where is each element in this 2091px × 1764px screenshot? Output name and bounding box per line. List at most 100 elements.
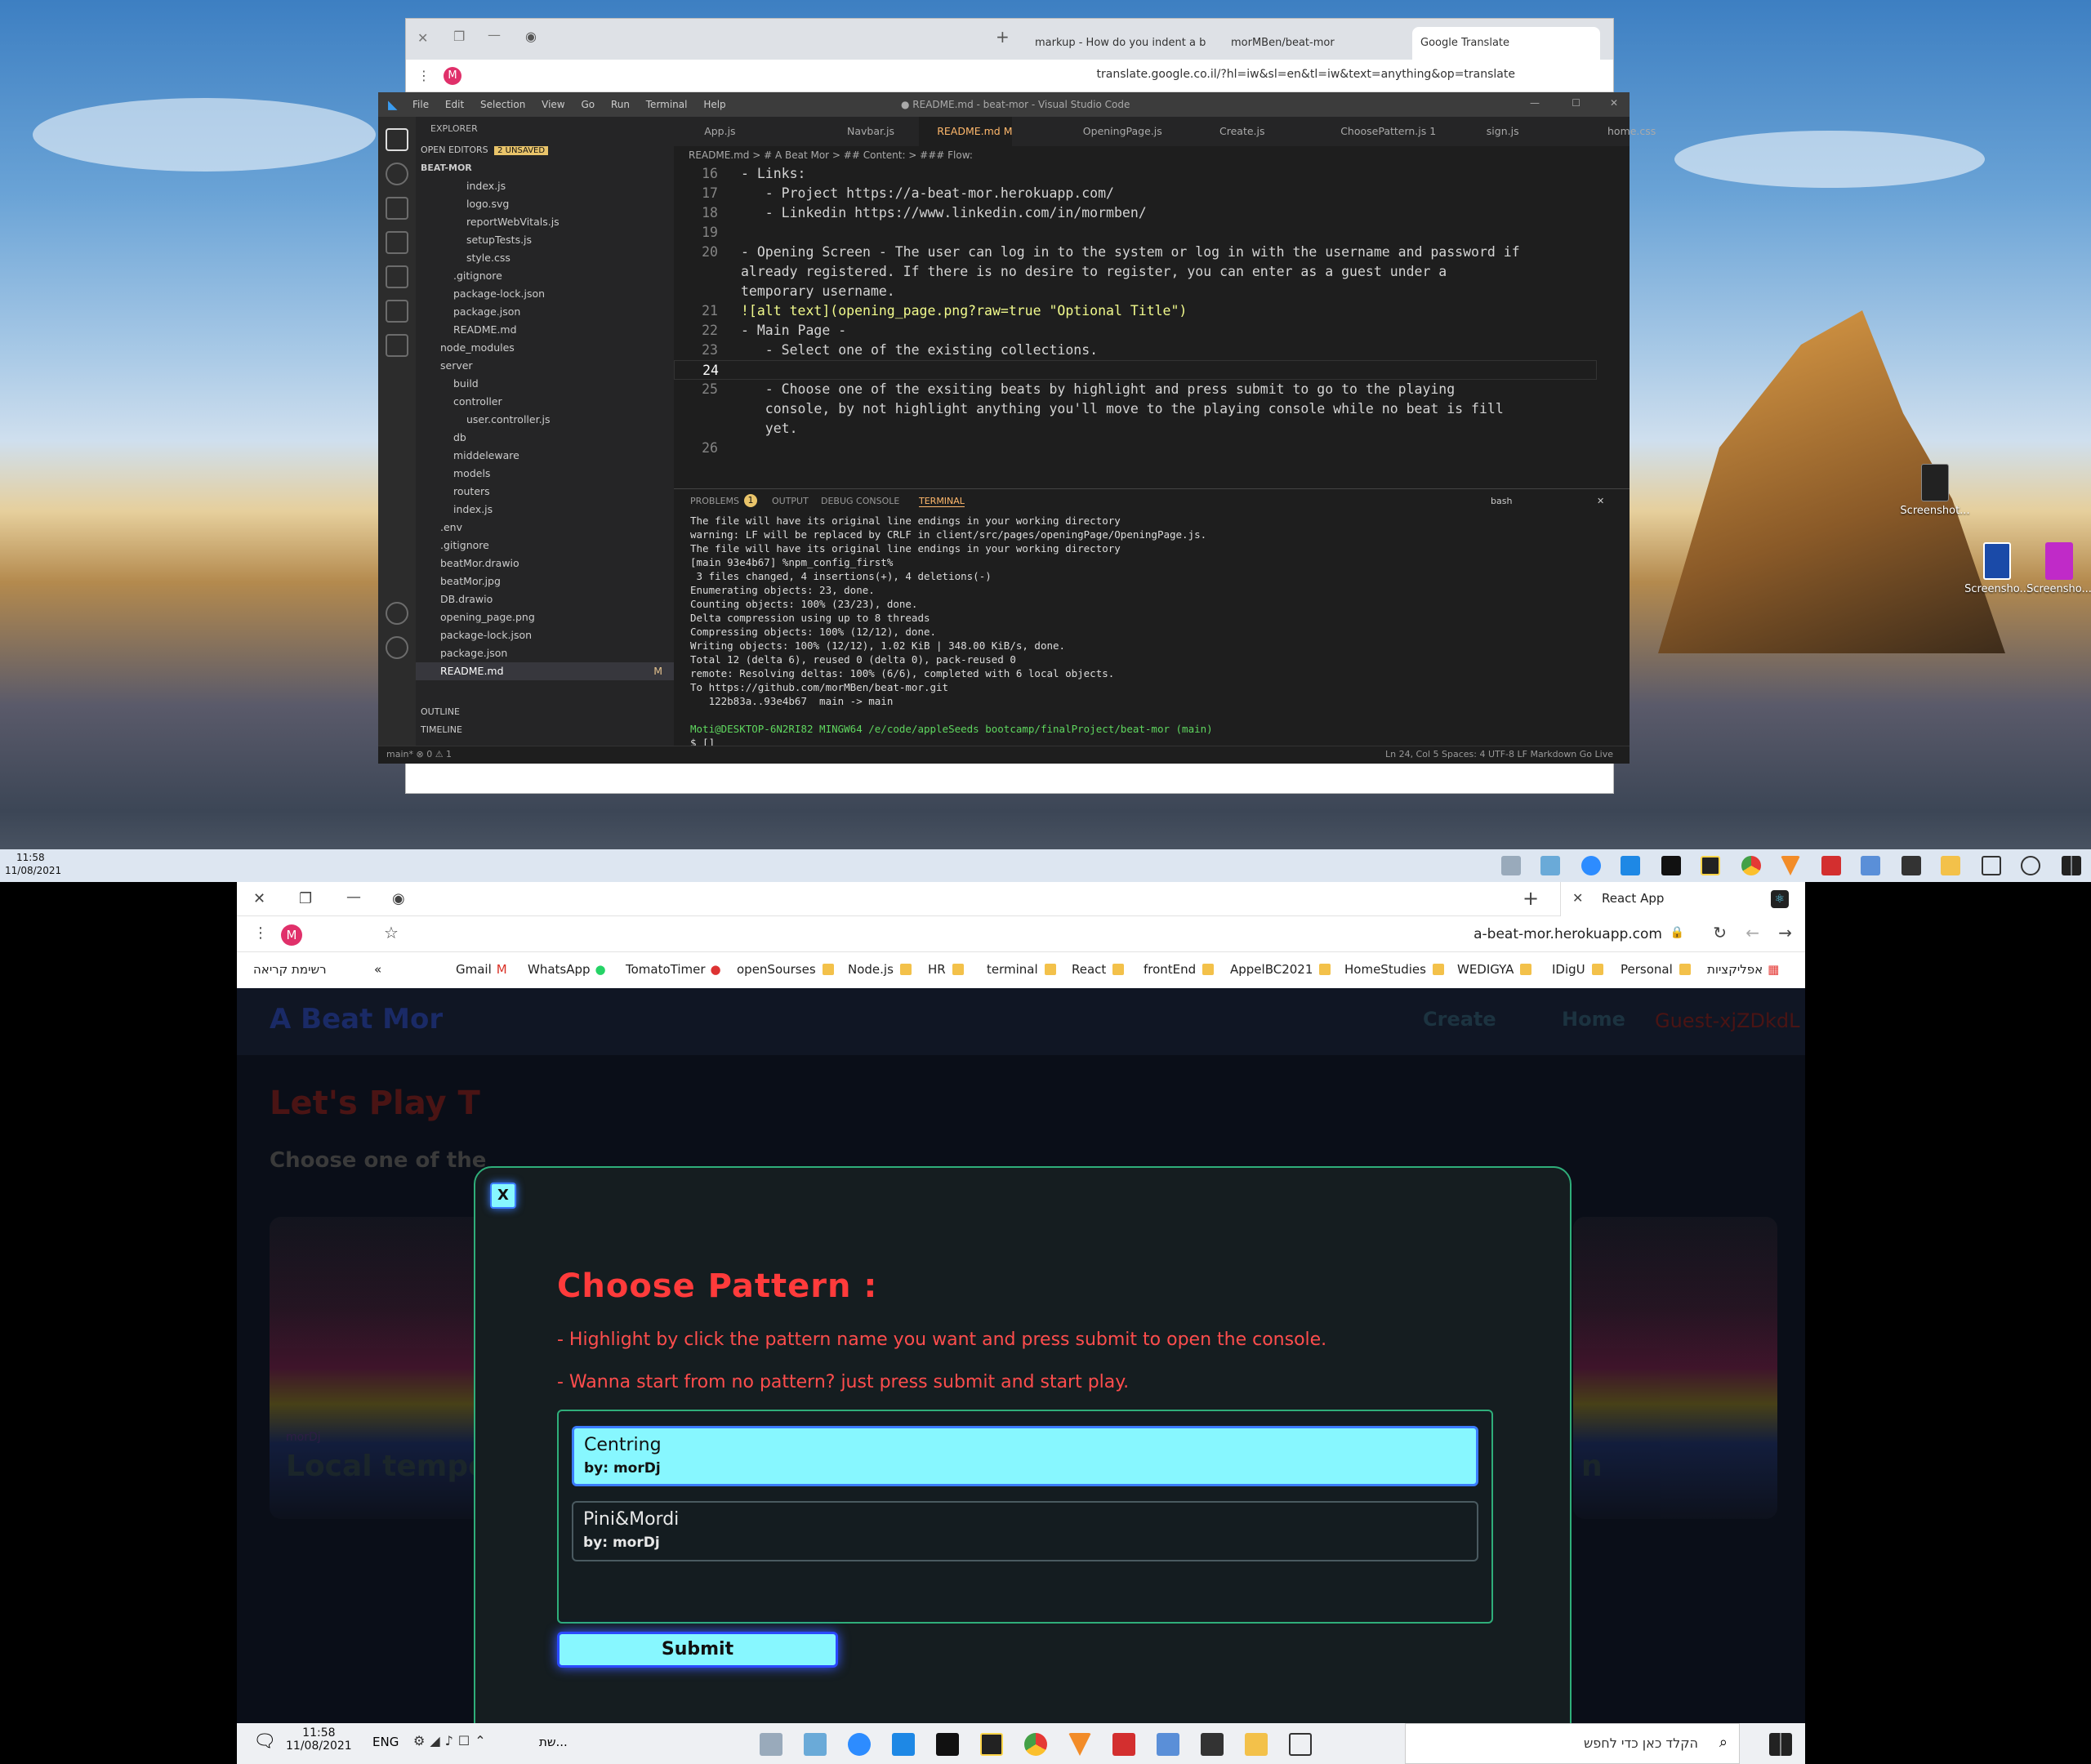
- back-arrow-icon[interactable]: ←: [1745, 923, 1759, 942]
- nav-create[interactable]: Create: [1423, 1008, 1496, 1031]
- status-left[interactable]: main* ⊗ 0 ⚠ 1: [386, 749, 452, 760]
- timeline-section[interactable]: TIMELINE: [421, 721, 462, 739]
- menu-file[interactable]: File: [412, 99, 429, 110]
- bookmark-apps[interactable]: אפליקציות ▦: [1707, 962, 1779, 977]
- close-icon[interactable]: ✕: [1610, 97, 1618, 109]
- outline-section[interactable]: OUTLINE: [421, 703, 460, 721]
- menu-dots-icon[interactable]: ⋮: [417, 68, 430, 83]
- taskbar-clock[interactable]: 11:58 11/08/2021: [5, 851, 61, 877]
- menu-go[interactable]: Go: [581, 99, 595, 110]
- weather-widget[interactable]: שת...: [539, 1735, 568, 1749]
- language-indicator[interactable]: ENG: [372, 1735, 399, 1749]
- pattern-item-pini-mordi[interactable]: Pini&Mordi by: morDj: [572, 1501, 1478, 1561]
- sticky-icon[interactable]: [1701, 856, 1720, 875]
- tab-problems[interactable]: PROBLEMS: [690, 496, 739, 506]
- code-line[interactable]: 16 - Links:: [674, 164, 1597, 184]
- source-control-icon[interactable]: [386, 197, 408, 220]
- bookmark-whatsapp[interactable]: WhatsApp ●: [528, 962, 606, 977]
- restore-icon[interactable]: ❐: [299, 890, 312, 907]
- reload-icon[interactable]: ↻: [1713, 923, 1727, 942]
- store-icon[interactable]: [1201, 1733, 1224, 1756]
- project-folder[interactable]: BEAT-MOR: [416, 159, 674, 177]
- store-icon[interactable]: [1902, 856, 1921, 875]
- code-line[interactable]: console, by not highlight anything you'l…: [674, 399, 1597, 419]
- editor-tab[interactable]: ChoosePattern.js 1: [1322, 117, 1436, 146]
- code-line[interactable]: 23 - Select one of the existing collecti…: [674, 341, 1597, 360]
- file-tree-item[interactable]: README.md M: [416, 662, 674, 680]
- close-panel-icon[interactable]: ✕: [1597, 496, 1604, 506]
- terminal-icon[interactable]: [936, 1733, 959, 1756]
- nav-home[interactable]: Home: [1562, 1008, 1625, 1031]
- collection-card[interactable]: n: [1573, 1217, 1777, 1519]
- bookmark-frontend[interactable]: frontEnd: [1144, 962, 1215, 977]
- editor-tab[interactable]: home.css: [1589, 117, 1656, 146]
- tab-output[interactable]: OUTPUT: [772, 496, 809, 506]
- new-tab-icon[interactable]: +: [1523, 887, 1539, 910]
- file-tree-item[interactable]: opening_page.png: [416, 608, 674, 626]
- terminal-shell-label[interactable]: bash: [1491, 496, 1512, 506]
- open-editors-section[interactable]: OPEN EDITORS 2 UNSAVED: [416, 141, 674, 159]
- avatar[interactable]: M: [444, 67, 461, 85]
- vscode-icon[interactable]: [892, 1733, 915, 1756]
- calculator-icon[interactable]: [1861, 856, 1880, 875]
- account-icon[interactable]: [386, 602, 408, 625]
- run-debug-icon[interactable]: [386, 231, 408, 254]
- breadcrumb[interactable]: README.md > # A Beat Mor > ## Content: >…: [674, 146, 1630, 164]
- file-tree-item[interactable]: beatMor.drawio: [416, 555, 674, 572]
- code-line[interactable]: 25 - Choose one of the exsiting beats by…: [674, 380, 1597, 399]
- bookmark-nodejs[interactable]: Node.js: [848, 962, 912, 977]
- file-tree-item[interactable]: user.controller.js: [416, 411, 674, 429]
- file-tree-item[interactable]: .gitignore: [416, 267, 674, 285]
- menu-help[interactable]: Help: [703, 99, 725, 110]
- calculator-icon[interactable]: [1157, 1733, 1179, 1756]
- file-tree-item[interactable]: index.js: [416, 177, 674, 195]
- desktop-icon-screenshot-3[interactable]: Screensho...: [2014, 542, 2091, 595]
- file-tree-item[interactable]: style.css: [416, 249, 674, 267]
- file-tree-item[interactable]: package.json: [416, 303, 674, 321]
- tab-search-icon[interactable]: ◉: [525, 29, 537, 44]
- task-view-icon[interactable]: [1982, 856, 2001, 875]
- file-tree-item[interactable]: package-lock.json: [416, 285, 674, 303]
- file-tree-item[interactable]: package.json: [416, 644, 674, 662]
- app-brand[interactable]: A Beat Mor: [270, 1003, 443, 1036]
- bookmark-appelbc2021[interactable]: AppelBC2021: [1230, 962, 1331, 977]
- restore-icon[interactable]: ❐: [453, 29, 465, 44]
- editor-tab[interactable]: sign.js: [1469, 117, 1519, 146]
- zoom-icon[interactable]: [1581, 856, 1601, 875]
- file-tree-item[interactable]: reportWebVitals.js: [416, 213, 674, 231]
- tab-markup[interactable]: markup - How do you indent a b: [1027, 27, 1223, 60]
- file-tree-item[interactable]: middeleware: [416, 447, 674, 465]
- search-icon[interactable]: [2021, 856, 2040, 875]
- tab-google-translate[interactable]: Google Translate: [1412, 27, 1600, 60]
- tab-react-app[interactable]: ✕ React App ⚛: [1560, 882, 1805, 916]
- search-icon[interactable]: [386, 163, 408, 185]
- top-browser-url[interactable]: translate.google.co.il/?hl=iw&sl=en&tl=i…: [1097, 68, 1515, 81]
- file-tree-item[interactable]: DB.drawio: [416, 590, 674, 608]
- pdf-icon[interactable]: [1821, 856, 1841, 875]
- file-tree-item[interactable]: index.js: [416, 501, 674, 519]
- file-tree-item[interactable]: package-lock.json: [416, 626, 674, 644]
- file-tree-item[interactable]: db: [416, 429, 674, 447]
- folder-icon[interactable]: [1245, 1733, 1268, 1756]
- notifications-icon[interactable]: 🗨: [253, 1731, 276, 1752]
- close-icon[interactable]: ✕: [253, 890, 265, 907]
- vlc-icon[interactable]: [1781, 856, 1800, 875]
- tab-search-icon[interactable]: ◉: [392, 890, 405, 907]
- code-line[interactable]: 22 - Main Page -: [674, 321, 1597, 341]
- code-line[interactable]: already registered. If there is no desir…: [674, 262, 1597, 282]
- bookmark-gmail[interactable]: Gmail M: [456, 962, 507, 977]
- code-line[interactable]: temporary username.: [674, 282, 1597, 301]
- explorer-icon[interactable]: [386, 128, 408, 151]
- menu-run[interactable]: Run: [611, 99, 630, 110]
- file-tree-item[interactable]: beatMor.jpg: [416, 572, 674, 590]
- menu-selection[interactable]: Selection: [480, 99, 525, 110]
- windows-start-icon[interactable]: [1769, 1733, 1792, 1756]
- bookmark-tomatotimer[interactable]: TomatoTimer ●: [626, 962, 721, 977]
- status-right[interactable]: Ln 24, Col 5 Spaces: 4 UTF-8 LF Markdown…: [1385, 749, 1613, 760]
- app-icon[interactable]: [1540, 856, 1560, 875]
- file-tree-item[interactable]: server: [416, 357, 674, 375]
- taskbar-search[interactable]: הקלד כאן כדי לחפש ⌕: [1405, 1723, 1740, 1764]
- menu-edit[interactable]: Edit: [445, 99, 464, 110]
- address-bar[interactable]: a-beat-mor.herokuapp.com: [1474, 926, 1662, 942]
- top-browser-omnibox[interactable]: ⋮ M translate.google.co.il/?hl=iw&sl=en&…: [406, 60, 1613, 92]
